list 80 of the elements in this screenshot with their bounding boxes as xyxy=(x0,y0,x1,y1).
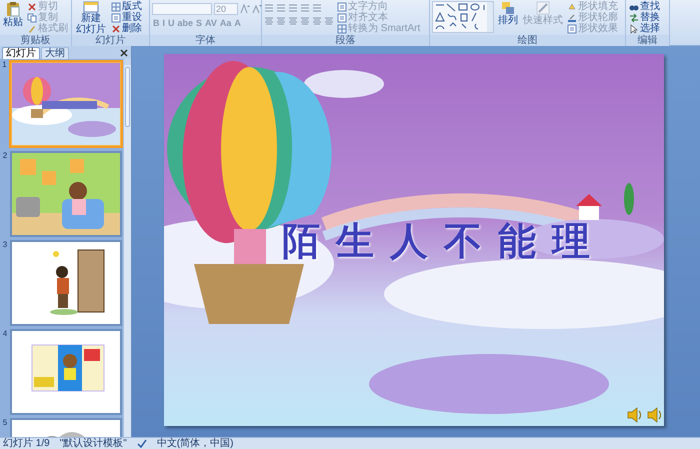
cursor-icon[interactable] xyxy=(629,24,639,34)
shrink-font-icon[interactable] xyxy=(252,4,262,14)
quick-styles-button[interactable]: 快速样式 xyxy=(522,1,564,35)
select-button[interactable]: 选择 xyxy=(628,23,661,34)
text-direction-button[interactable]: 文字方向 xyxy=(336,1,422,12)
group-label: 字体 xyxy=(150,35,261,46)
shape-outline-button[interactable]: 形状轮廓 xyxy=(566,12,619,23)
group-label: 段落 xyxy=(262,35,429,46)
format-button[interactable]: A xyxy=(233,18,242,29)
group-label: 绘图 xyxy=(430,35,625,46)
new-slide-button[interactable]: 新建 幻灯片 xyxy=(74,1,108,35)
bullets-icon[interactable] xyxy=(264,3,274,13)
align-text-button[interactable]: 对齐文本 xyxy=(336,12,422,23)
slide-number: 4 xyxy=(2,329,8,339)
numbering-icon[interactable] xyxy=(276,3,286,13)
theme-name: "默认设计模板" xyxy=(60,438,127,449)
slide-count: 幻灯片 1/9 xyxy=(3,438,50,449)
center-icon[interactable] xyxy=(276,16,286,26)
copy-button[interactable]: 复制 xyxy=(26,12,69,23)
align-left-icon[interactable] xyxy=(264,16,274,26)
swap-icon[interactable] xyxy=(629,12,639,22)
slide-icon xyxy=(83,1,99,13)
stacked-shapes-icon xyxy=(501,1,515,15)
document-icon[interactable] xyxy=(337,2,347,12)
slide-title: 陌生人不能理 xyxy=(282,219,606,263)
shapes-gallery-drawing[interactable] xyxy=(432,1,494,33)
slide-number: 3 xyxy=(2,240,8,250)
format-button[interactable]: I xyxy=(162,18,166,29)
slide-number: 1 xyxy=(1,60,8,70)
grid-icon[interactable] xyxy=(111,2,121,12)
columns-icon[interactable] xyxy=(324,16,334,26)
language-label[interactable]: 中文(简体，中国) xyxy=(156,438,234,449)
cut-button[interactable]: 剪切 xyxy=(26,1,69,12)
group-label: 剪贴板 xyxy=(0,35,71,46)
group-label: 幻灯片 xyxy=(72,35,149,46)
font-name-field[interactable] xyxy=(152,3,212,15)
panel-tab[interactable]: 幻灯片 xyxy=(2,47,40,59)
close-icon[interactable] xyxy=(120,49,128,57)
reset-button[interactable]: 重设 xyxy=(110,12,143,23)
speaker-icon[interactable] xyxy=(646,406,662,424)
replace-button[interactable]: 替换 xyxy=(628,12,661,23)
format-painter-button[interactable]: 格式刷 xyxy=(26,23,69,34)
distribute-icon[interactable] xyxy=(312,16,322,26)
group-label: 编辑 xyxy=(626,35,669,46)
find-button[interactable]: 查找 xyxy=(628,1,661,12)
slide-number: 5 xyxy=(2,418,8,428)
document-icon[interactable] xyxy=(337,12,347,22)
justify-icon[interactable] xyxy=(300,16,310,26)
speaker-icon[interactable] xyxy=(626,406,642,424)
format-button[interactable]: AV xyxy=(204,18,218,29)
decrease-indent-icon[interactable] xyxy=(288,3,298,13)
grow-font-icon[interactable] xyxy=(240,4,250,14)
clipboard-icon xyxy=(6,1,20,17)
align-right-icon[interactable] xyxy=(288,16,298,26)
layout-button[interactable]: 版式 xyxy=(110,1,143,12)
pen-icon[interactable] xyxy=(567,12,577,22)
document-icon[interactable] xyxy=(567,24,577,34)
scrollbar[interactable] xyxy=(123,59,131,437)
format-button[interactable]: U xyxy=(167,18,176,29)
cross-icon[interactable] xyxy=(111,24,121,34)
paste-button[interactable]: 粘贴 xyxy=(2,1,24,35)
copy-icon[interactable] xyxy=(27,12,37,22)
spell-check-icon[interactable] xyxy=(136,438,147,448)
slide-number: 2 xyxy=(2,151,8,161)
delete-button[interactable]: 删除 xyxy=(110,23,143,34)
increase-indent-icon[interactable] xyxy=(300,3,310,13)
panel-tab[interactable]: 大纲 xyxy=(41,47,69,59)
line-spacing-icon[interactable] xyxy=(312,3,322,13)
grid-icon[interactable] xyxy=(337,24,347,34)
smartart-button[interactable]: 转换为 SmartArt xyxy=(336,23,422,34)
format-button[interactable]: abe xyxy=(176,18,194,29)
format-button[interactable]: B xyxy=(152,18,160,29)
document-icon[interactable] xyxy=(111,12,121,22)
shape-effects-button[interactable]: 形状效果 xyxy=(566,23,619,34)
pen-icon xyxy=(536,1,550,15)
font-size-field[interactable]: 20 xyxy=(214,3,238,15)
format-button[interactable]: S xyxy=(195,18,204,29)
shape-fill-button[interactable]: 形状填充 xyxy=(566,1,619,12)
format-button[interactable]: Aa xyxy=(218,18,232,29)
arrange-button[interactable]: 排列 xyxy=(496,1,520,35)
